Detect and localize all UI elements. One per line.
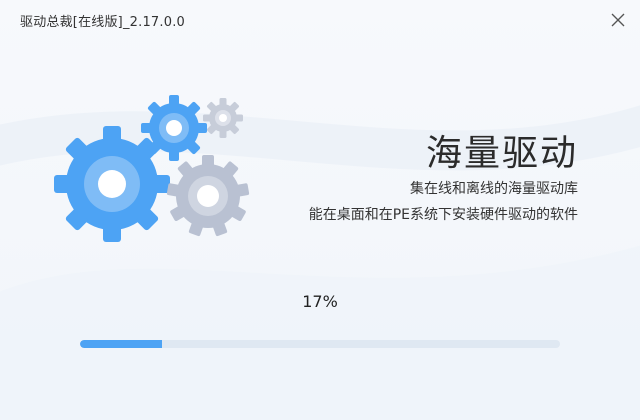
hero-subtitle-line1: 集在线和离线的海量驱动库 (410, 181, 578, 197)
title-bar: 驱动总裁[在线版]_2.17.0.0 (0, 0, 640, 36)
window-title: 驱动总裁[在线版]_2.17.0.0 (20, 15, 185, 30)
hero-heading: 海量驱动 (425, 133, 578, 174)
medium-gear-icon (166, 155, 250, 237)
progress-bar-fill (80, 340, 162, 348)
tiny-gear-icon (203, 98, 243, 138)
progress-bar (80, 340, 560, 348)
hero-subtitle-line2: 能在桌面和在PE系统下安装硬件驱动的软件 (308, 207, 578, 223)
close-icon (611, 13, 625, 27)
gears-illustration (54, 95, 250, 242)
small-gear-icon (141, 95, 207, 161)
installer-window: 驱动总裁[在线版]_2.17.0.0 海量驱动 集在线和离线的海量驱动库 能在桌… (0, 0, 640, 420)
close-button[interactable] (606, 8, 630, 32)
progress-percent-label: 17% (302, 292, 338, 311)
